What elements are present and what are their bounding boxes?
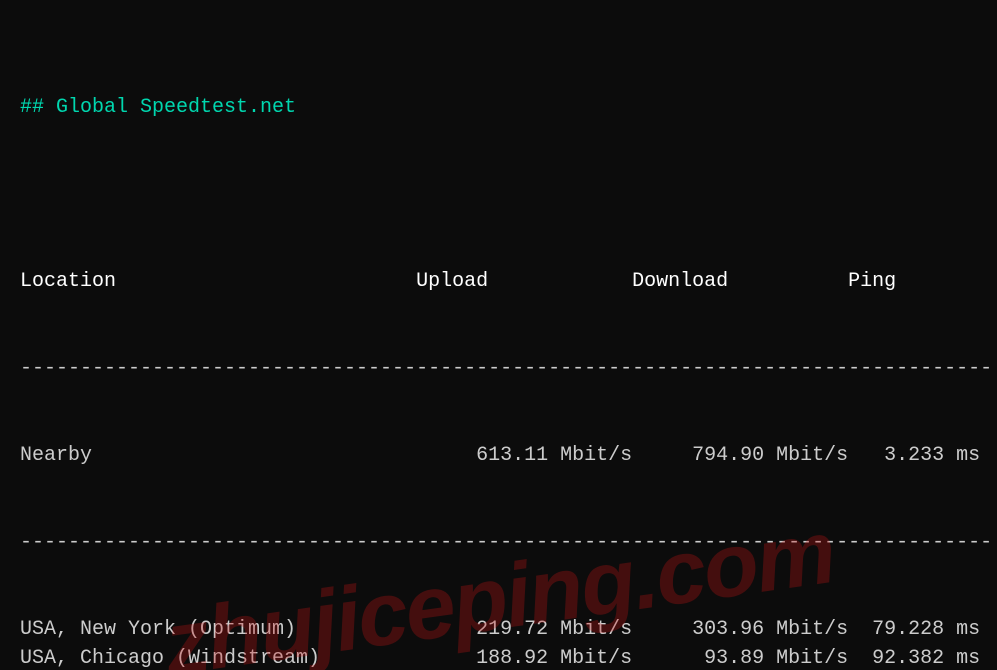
divider-line: ----------------------------------------… (20, 354, 977, 383)
results-table: USA, New York (Optimum) 219.72 Mbit/s 30… (20, 615, 977, 670)
header-row: Location Upload Download Ping (20, 267, 977, 296)
blank-line (20, 180, 977, 209)
section-title: ## Global Speedtest.net (20, 93, 977, 122)
table-row: USA, Chicago (Windstream) 188.92 Mbit/s … (20, 644, 977, 670)
table-row: USA, New York (Optimum) 219.72 Mbit/s 30… (20, 615, 977, 644)
terminal-output: zhujiceping.com ## Global Speedtest.net … (0, 0, 997, 670)
nearby-row: Nearby 613.11 Mbit/s 794.90 Mbit/s 3.233… (20, 441, 977, 470)
divider-line: ----------------------------------------… (20, 528, 977, 557)
